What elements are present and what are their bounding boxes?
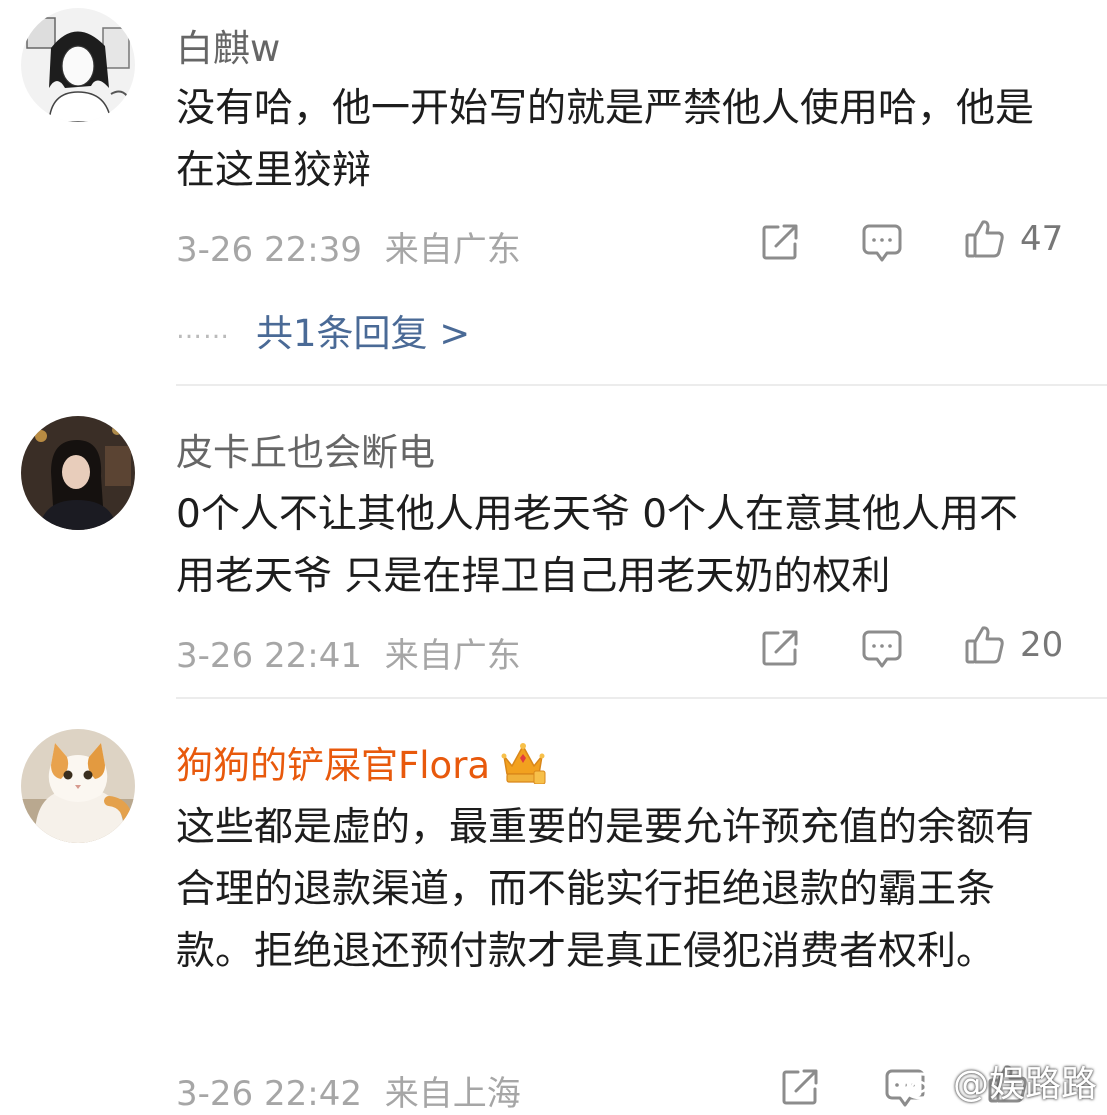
reply-count: 共1条回复 > xyxy=(256,312,471,355)
watermark-text: @娱路路 xyxy=(952,1064,1097,1105)
comment-icon xyxy=(862,224,902,262)
comment-text: 0个人不让其他人用老天爷 0个人在意其他人用不用老天爷 只是在捍卫自己用老天奶的… xyxy=(176,492,1019,599)
share-button[interactable] xyxy=(780,1067,820,1107)
username[interactable]: 皮卡丘也会断电 xyxy=(176,422,435,476)
comment-button[interactable] xyxy=(861,222,903,264)
avatar[interactable] xyxy=(21,729,135,843)
comment-icon xyxy=(862,630,902,668)
comment-location: 来自上海 xyxy=(384,1074,521,1114)
comment-time: 3-26 22:41 xyxy=(176,636,362,676)
reply-dots: …… xyxy=(176,315,230,345)
comment-text: 没有哈，他一开始写的就是严禁他人使用哈，他是在这里狡辩 xyxy=(176,86,1035,193)
comment-text: 这些都是虚的，最重要的是要允许预充值的余额有合理的退款渠道，而不能实行拒绝退款的… xyxy=(176,805,1035,974)
vip-crown-icon xyxy=(501,743,546,784)
comment-time: 3-26 22:42 xyxy=(176,1074,362,1114)
share-button[interactable] xyxy=(760,222,800,262)
share-button[interactable] xyxy=(760,628,800,668)
thumbs-up-icon xyxy=(965,626,1004,664)
share-icon xyxy=(782,1069,818,1105)
comment-button[interactable] xyxy=(861,628,903,670)
share-icon xyxy=(762,630,798,666)
comment-location: 来自广东 xyxy=(384,636,521,676)
comment-item: 皮卡丘也会断电 0个人不让其他人用老天爷 0个人在意其他人用不用老天爷 只是在捍… xyxy=(0,386,1107,699)
view-replies-link[interactable]: …… 共1条回复 > xyxy=(176,303,470,357)
comment-item: 狗狗的铲屎官Flora 这些都是虚的，最重要的是要允许预充值的余额有合理的退款渠… xyxy=(0,699,1107,1115)
thumbs-up-icon xyxy=(965,220,1004,258)
comment-time: 3-26 22:39 xyxy=(176,230,362,270)
avatar[interactable] xyxy=(21,8,135,122)
like-button[interactable]: 47 xyxy=(964,218,1063,260)
like-button[interactable]: 20 xyxy=(964,624,1063,666)
username[interactable]: 白麒w xyxy=(176,18,280,72)
watermark: @娱路路 xyxy=(901,1055,1097,1107)
avatar[interactable] xyxy=(21,416,135,530)
comment-meta: 3-26 22:42 来自上海 xyxy=(176,1066,521,1115)
weibo-logo-icon xyxy=(902,1066,945,1100)
comment-item: 白麒w 没有哈，他一开始写的就是严禁他人使用哈，他是在这里狡辩 3-26 22:… xyxy=(0,0,1107,385)
comment-meta: 3-26 22:41 来自广东 xyxy=(176,628,521,677)
comment-location: 来自广东 xyxy=(384,230,521,270)
share-icon xyxy=(762,224,798,260)
like-count: 20 xyxy=(1020,625,1064,665)
like-count: 47 xyxy=(1020,219,1064,259)
username-text: 狗狗的铲屎官Flora xyxy=(176,744,491,787)
username[interactable]: 狗狗的铲屎官Flora xyxy=(176,735,546,789)
comment-meta: 3-26 22:39 来自广东 xyxy=(176,222,521,271)
